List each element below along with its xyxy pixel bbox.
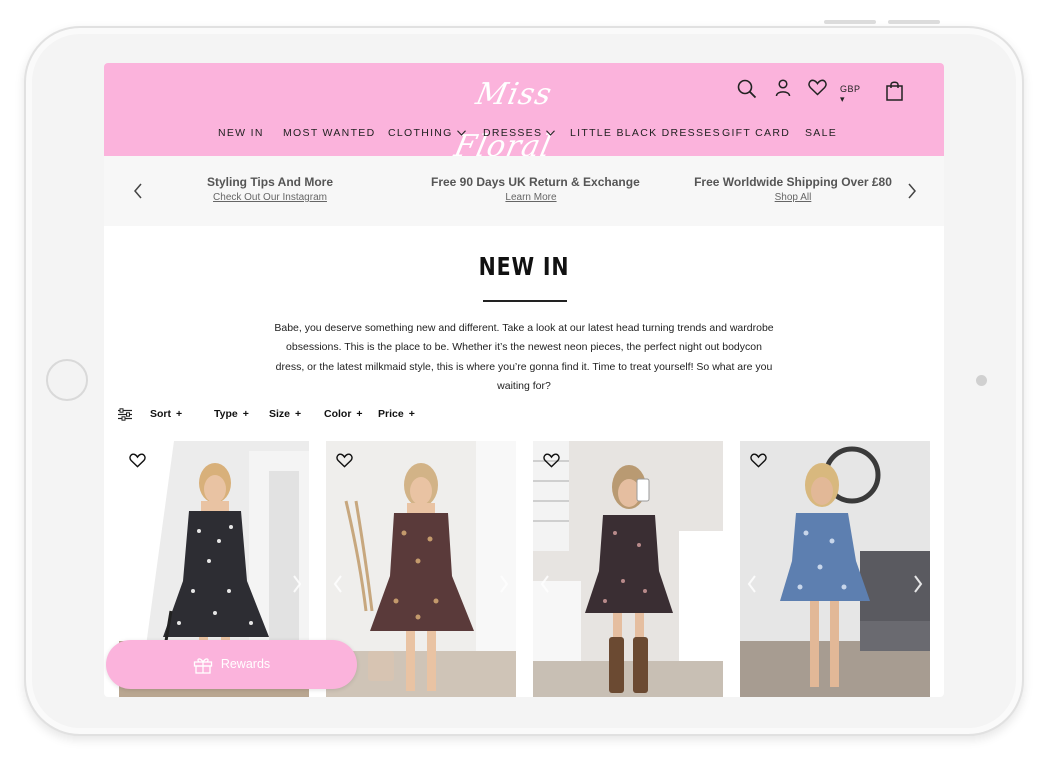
brand-logo[interactable]: Miss Floral xyxy=(438,69,589,164)
chevron-right-icon[interactable] xyxy=(912,575,924,593)
nav-gift-card[interactable]: GIFT CARD xyxy=(722,127,790,139)
nav-little-black-dresses[interactable]: LITTLE BLACK DRESSES xyxy=(570,127,721,139)
nav-dresses[interactable]: DRESSES xyxy=(483,127,556,139)
tablet-power-button xyxy=(888,20,940,24)
filter-type[interactable]: Type + xyxy=(214,408,249,420)
filter-sort[interactable]: Sort + xyxy=(150,408,182,420)
filter-label: Color xyxy=(324,408,352,420)
wishlist-heart-icon[interactable] xyxy=(750,453,767,468)
info-item-returns: Free 90 Days UK Return & Exchange Learn … xyxy=(431,175,640,203)
wishlist-heart-icon[interactable] xyxy=(808,79,827,96)
promo-info-bar: Styling Tips And More Check Out Our Inst… xyxy=(104,156,944,226)
screen: Miss Floral GBP ▾ NEW IN MOST WANTED CLO xyxy=(104,63,944,697)
filter-color[interactable]: Color + xyxy=(324,408,363,420)
filter-label: Size xyxy=(269,408,291,420)
filter-bar: Sort + Type + Size + Color + Price + xyxy=(118,407,438,423)
wishlist-heart-icon[interactable] xyxy=(543,453,560,468)
info-title: Free 90 Days UK Return & Exchange xyxy=(431,175,640,189)
chevron-right-icon[interactable] xyxy=(498,575,510,593)
site-header: Miss Floral GBP ▾ NEW IN MOST WANTED CLO xyxy=(104,63,944,164)
wishlist-heart-icon[interactable] xyxy=(129,453,146,468)
nav-clothing[interactable]: CLOTHING xyxy=(388,127,466,139)
title-underline xyxy=(483,300,567,302)
filter-label: Sort xyxy=(150,408,171,420)
chevron-right-icon[interactable] xyxy=(291,575,303,593)
filter-size[interactable]: Size + xyxy=(269,408,301,420)
rewards-label: Rewards xyxy=(220,657,271,671)
filter-label: Price xyxy=(378,408,404,420)
tablet-volume-button xyxy=(824,20,876,24)
plus-icon: + xyxy=(176,408,183,420)
main-navigation: NEW IN MOST WANTED CLOTHING DRESSES LITT… xyxy=(104,127,944,143)
info-link-instagram[interactable]: Check Out Our Instagram xyxy=(200,192,340,203)
plus-icon: + xyxy=(356,408,363,420)
chevron-down-icon xyxy=(456,130,466,136)
gift-icon xyxy=(193,658,212,674)
info-link-learn-more[interactable]: Learn More xyxy=(431,192,631,203)
info-item-styling: Styling Tips And More Check Out Our Inst… xyxy=(200,175,340,203)
chevron-right-icon[interactable] xyxy=(906,183,918,199)
info-title: Free Worldwide Shipping Over £80 xyxy=(694,175,892,189)
filter-price[interactable]: Price + xyxy=(378,408,415,420)
search-icon[interactable] xyxy=(737,79,757,99)
nav-clothing-label: CLOTHING xyxy=(388,127,453,139)
plus-icon: + xyxy=(408,408,415,420)
nav-sale[interactable]: SALE xyxy=(805,127,837,139)
chevron-left-icon[interactable] xyxy=(332,575,344,593)
product-card[interactable] xyxy=(740,441,930,697)
tablet-home-button xyxy=(46,359,88,401)
filter-label: Type xyxy=(214,408,238,420)
product-image xyxy=(740,441,930,697)
nav-dresses-label: DRESSES xyxy=(483,127,543,139)
filter-sliders-icon[interactable] xyxy=(118,408,132,421)
info-title: Styling Tips And More xyxy=(206,175,333,189)
chevron-left-icon[interactable] xyxy=(125,575,137,593)
plus-icon: + xyxy=(295,408,302,420)
chevron-left-icon[interactable] xyxy=(539,575,551,593)
chevron-right-icon[interactable] xyxy=(705,575,717,593)
nav-new-in[interactable]: NEW IN xyxy=(218,127,264,139)
product-card[interactable] xyxy=(533,441,723,697)
product-image xyxy=(533,441,723,697)
tablet-camera xyxy=(976,375,987,386)
nav-most-wanted[interactable]: MOST WANTED xyxy=(283,127,375,139)
wishlist-heart-icon[interactable] xyxy=(336,453,353,468)
rewards-button[interactable]: Rewards xyxy=(106,640,357,689)
info-item-shipping: Free Worldwide Shipping Over £80 Shop Al… xyxy=(693,175,893,203)
chevron-down-icon xyxy=(546,130,556,136)
account-icon[interactable] xyxy=(775,79,791,97)
collection-description: Babe, you deserve something new and diff… xyxy=(274,322,774,392)
page-title: NEW IN xyxy=(478,252,570,281)
currency-selector[interactable]: GBP ▾ xyxy=(840,84,860,105)
info-link-shop-all[interactable]: Shop All xyxy=(693,192,893,203)
chevron-left-icon[interactable] xyxy=(746,575,758,593)
cart-bag-icon[interactable] xyxy=(886,80,903,101)
plus-icon: + xyxy=(242,408,249,420)
chevron-left-icon[interactable] xyxy=(132,183,144,199)
